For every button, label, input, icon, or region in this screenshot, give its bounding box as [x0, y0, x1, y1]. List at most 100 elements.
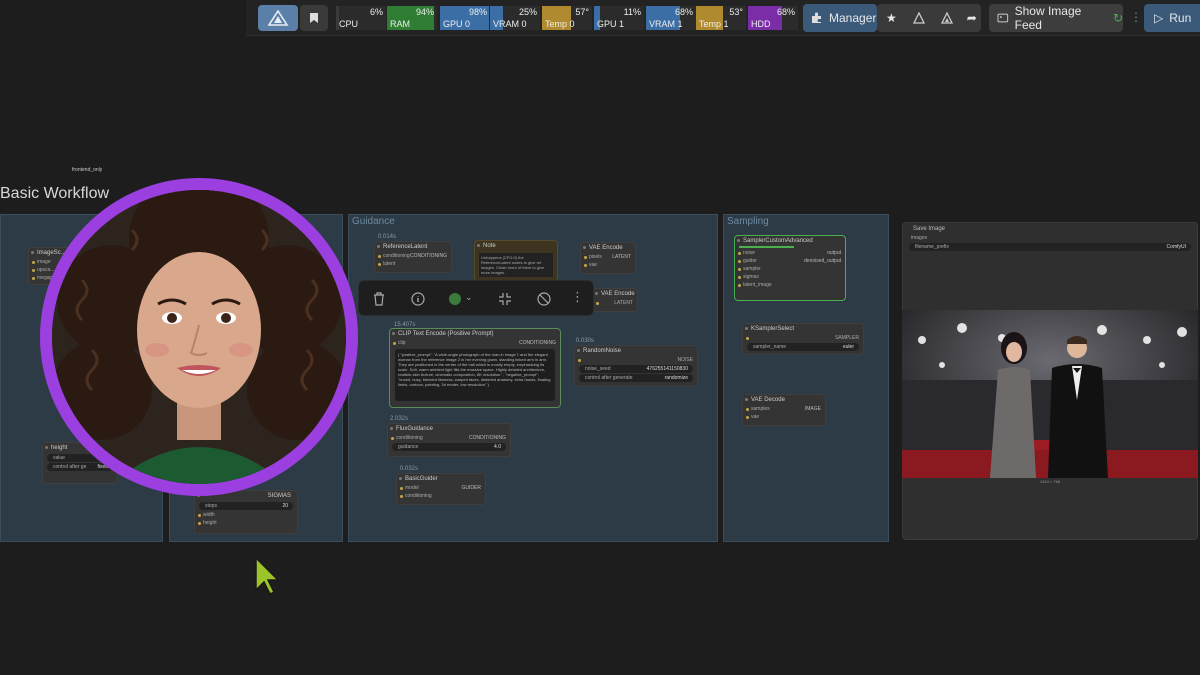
mouse-cursor-icon — [255, 556, 280, 596]
node-input: conditioning CONDITIONING — [388, 434, 510, 442]
widget-value: ComfyUI — [1166, 244, 1186, 250]
manager-button[interactable]: Manager — [803, 4, 877, 32]
input-label: conditioning — [396, 435, 423, 441]
node-title: BasicGuider — [397, 474, 485, 484]
image-feed-icon — [997, 13, 1009, 23]
input-label: clip — [398, 340, 406, 346]
puzzle-icon — [812, 12, 821, 23]
node-input: latent — [375, 260, 451, 268]
filename-prefix-widget[interactable]: filename_prefix ComfyUI — [909, 243, 1191, 251]
collapse-icon[interactable] — [497, 291, 513, 307]
random-noise-node[interactable]: RandomNoise NOISE noise_seed 476255141150… — [574, 345, 698, 387]
basic-guider-node[interactable]: BasicGuider model GUIDER conditioning — [396, 473, 486, 505]
node-output: SAMPLER — [743, 334, 863, 342]
comfy-models-icon[interactable] — [940, 12, 953, 24]
widget-label: control after generate — [585, 375, 633, 381]
node-title: Note — [475, 241, 557, 251]
output-image[interactable] — [902, 310, 1198, 478]
monitor-gpu-1: GPU 1 11% — [594, 6, 644, 30]
info-icon[interactable] — [410, 291, 426, 307]
monitor-label: HDD — [751, 19, 771, 29]
prompt-textarea[interactable]: { "positive_prompt": "A wide-angle photo… — [395, 349, 555, 401]
bookmark-button[interactable] — [300, 5, 328, 31]
share-arrow-icon[interactable]: ➦ — [967, 11, 977, 25]
comfy-registry-icon[interactable] — [912, 12, 925, 24]
node-output: CONDITIONING — [519, 340, 556, 346]
manager-actions: ★ ➦ — [877, 4, 981, 32]
workflow-title: Basic Workflow — [0, 185, 110, 202]
node-title: Save Image — [913, 226, 946, 232]
show-image-feed-label: Show Image Feed — [1014, 4, 1082, 32]
monitor-value: 6% — [369, 7, 383, 17]
node-output: GUIDER — [461, 485, 481, 491]
webcam-avatar — [52, 190, 346, 484]
node-input: latent_image — [735, 281, 845, 289]
scheduler-node[interactable]: SIGMAS steps 20 width height — [194, 490, 298, 534]
node-input: conditioning CONDITIONING — [375, 252, 451, 260]
guidance-widget[interactable]: guidance 4.0 — [392, 443, 506, 451]
color-picker-icon[interactable] — [447, 291, 463, 307]
run-button[interactable]: ▷ Run — [1144, 4, 1200, 32]
noise-seed-widget[interactable]: noise_seed 476255141150830 — [579, 365, 693, 373]
node-input: pixels LATENT — [581, 253, 635, 261]
steps-widget[interactable]: steps 20 — [199, 502, 293, 510]
node-input: conditioning — [397, 492, 485, 500]
flux-guidance-node[interactable]: FluxGuidance conditioning CONDITIONING gu… — [387, 423, 511, 457]
node-timing: 0.032s — [400, 466, 419, 472]
monitor-label: RAM — [390, 19, 410, 29]
node-title: RandomNoise — [575, 346, 697, 356]
sampler-custom-advanced-node[interactable]: SamplerCustomAdvanced noise output guider… — [734, 235, 846, 301]
chevron-down-icon[interactable]: ⌄ — [465, 292, 473, 303]
reference-latent-node[interactable]: ReferenceLatent conditioning CONDITIONING… — [374, 241, 452, 273]
selection-toolbox: ⌄ ⋮ — [358, 280, 594, 316]
group-title: Guidance — [352, 216, 395, 227]
node-input: samples IMAGE — [743, 405, 825, 413]
monitor-temp-0: Temp 0 57° — [542, 6, 592, 30]
node-input: clip CONDITIONING — [390, 339, 560, 347]
frontend-only-tag: frontend_only — [72, 167, 103, 173]
node-input: vae — [581, 261, 635, 269]
node-title: VAE Decode — [743, 395, 825, 405]
star-icon[interactable]: ★ — [886, 11, 897, 25]
refresh-icon: ↻ — [1112, 11, 1123, 25]
vae-encode-node-2[interactable]: VAE Encode LATENT — [592, 288, 638, 312]
comfy-logo-icon — [267, 10, 289, 26]
vae-encode-node[interactable]: VAE Encode pixels LATENT vae — [580, 242, 636, 274]
sampler-name-widget[interactable]: sampler_name euler — [747, 343, 859, 351]
node-input: sigmas — [735, 273, 845, 281]
widget-value: 476255141150830 — [646, 366, 688, 372]
bypass-icon[interactable] — [536, 291, 552, 307]
widget-label: guidance — [398, 444, 419, 450]
node-input: height — [195, 519, 297, 527]
widget-label: steps — [205, 503, 217, 509]
monitor-label: VRAM 0 — [493, 19, 527, 29]
top-toolbar: CPU 6% RAM 94% GPU 0 98% VRAM 0 25% Temp 0 57° GPU… — [246, 0, 1200, 36]
node-input: noise output — [735, 249, 845, 257]
clip-text-encode-node[interactable]: CLIP Text Encode (Positive Prompt) clip C… — [389, 328, 561, 408]
note-text[interactable]: Unhappens (CFG:0) the ReferenceLatent no… — [479, 253, 553, 277]
note-node[interactable]: Note Unhappens (CFG:0) the ReferenceLate… — [474, 240, 558, 282]
vae-decode-node[interactable]: VAE Decode samples IMAGE vae — [742, 394, 826, 426]
input-label: pixels — [589, 254, 602, 260]
image-size-caption: 1344 × 768 — [1039, 479, 1061, 484]
node-timing: 0.030s — [576, 338, 595, 344]
monitor-value: 68% — [776, 7, 795, 17]
node-output: denoised_output — [804, 258, 841, 264]
node-input: images — [911, 235, 928, 241]
more-options-icon[interactable]: ⋮ — [571, 289, 584, 305]
group-title: Sampling — [727, 216, 769, 227]
monitor-gpu-0: GPU 0 98% — [440, 6, 490, 30]
input-label: noise — [743, 250, 755, 256]
input-label: model — [405, 485, 419, 491]
show-image-feed-button[interactable]: Show Image Feed ↻ — [989, 4, 1123, 32]
node-output: IMAGE — [804, 406, 821, 412]
ksampler-select-node[interactable]: KSamplerSelect SAMPLER sampler_name euler — [742, 323, 864, 355]
widget-label: value — [53, 455, 65, 461]
monitor-label: Temp 1 — [699, 19, 729, 29]
monitor-value: 68% — [674, 7, 693, 17]
workflow-canvas[interactable]: CPU 6% RAM 94% GPU 0 98% VRAM 0 25% Temp 0 57° GPU… — [0, 0, 1200, 675]
trash-icon[interactable] — [371, 291, 387, 307]
control-after-generate-widget[interactable]: control after generate randomize — [579, 374, 693, 382]
comfy-logo-button[interactable] — [258, 5, 298, 31]
widget-value: randomize — [664, 375, 688, 381]
